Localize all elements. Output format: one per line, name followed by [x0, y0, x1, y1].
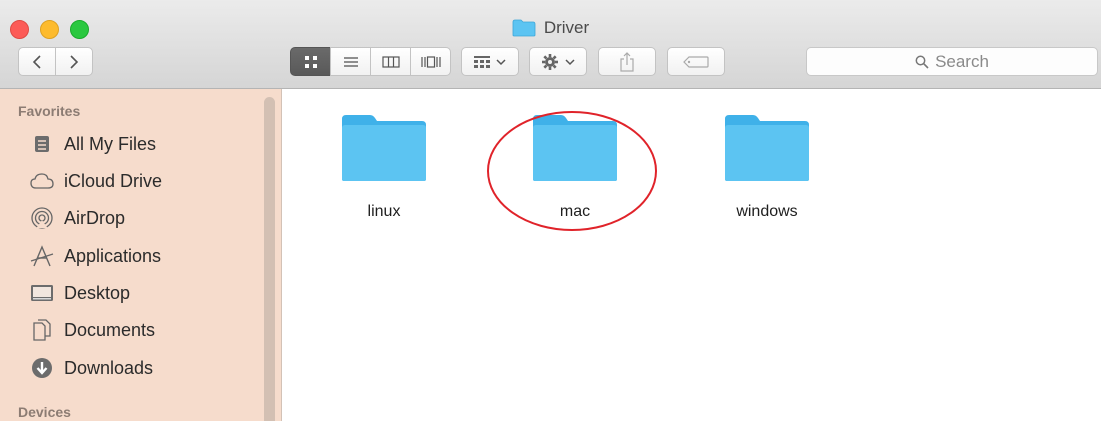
chevron-right-icon [70, 54, 79, 69]
sidebar-item-label: All My Files [64, 133, 157, 154]
tag-icon [683, 55, 709, 68]
folder-icon [533, 115, 617, 181]
sidebar-scrollbar[interactable] [264, 97, 275, 421]
search-placeholder: Search [935, 51, 989, 71]
sidebar-item-label: Downloads [64, 357, 154, 378]
sidebar-item-label: Documents [64, 319, 156, 340]
documents-icon [30, 318, 54, 342]
cover-flow-icon [420, 55, 441, 68]
downloads-icon [30, 356, 54, 380]
sidebar-item-desktop[interactable]: Desktop [30, 278, 260, 308]
back-button[interactable] [18, 47, 56, 76]
all-files-icon [30, 132, 54, 156]
sidebar-item-documents[interactable]: Documents [30, 315, 260, 345]
chevron-down-icon [496, 58, 506, 65]
finder-window: Driver Search Favorites All My Files iCl… [0, 0, 1101, 421]
folder-label: mac [559, 203, 591, 220]
action-button[interactable] [529, 47, 587, 76]
cover-flow-view-button[interactable] [410, 47, 451, 76]
gear-icon [542, 53, 558, 70]
cloud-icon [30, 169, 54, 193]
sidebar-item-icloud-drive[interactable]: iCloud Drive [30, 166, 260, 196]
forward-button[interactable] [55, 47, 93, 76]
zoom-window-button[interactable] [70, 20, 89, 39]
sidebar-item-downloads[interactable]: Downloads [30, 353, 260, 383]
devices-header: Devices [18, 404, 71, 420]
columns-icon [381, 55, 400, 68]
arrange-grid-icon [474, 55, 490, 68]
close-window-button[interactable] [10, 20, 29, 39]
file-browser: linux mac windows [282, 89, 1101, 421]
sidebar-item-label: Desktop [64, 282, 131, 303]
toolbar: Driver Search [0, 0, 1101, 89]
desktop-icon [30, 281, 54, 305]
airdrop-icon [30, 206, 54, 230]
folder-item-mac[interactable]: mac [515, 113, 635, 233]
folder-label: windows [736, 203, 798, 220]
grid-icon [304, 55, 317, 68]
window-title: Driver [543, 18, 590, 37]
sidebar-item-label: AirDrop [64, 207, 126, 228]
sidebar-item-label: iCloud Drive [64, 170, 163, 191]
search-icon [915, 55, 929, 69]
sidebar: Favorites All My Files iCloud Drive AirD… [0, 89, 282, 421]
folder-item-linux[interactable]: linux [324, 113, 444, 233]
navigation-buttons [18, 47, 94, 76]
folder-icon [342, 115, 426, 181]
window-title-bar: Driver [0, 16, 1101, 40]
list-view-button[interactable] [330, 47, 371, 76]
share-icon [620, 51, 634, 72]
favorites-header: Favorites [18, 103, 81, 119]
folder-label: linux [367, 203, 401, 220]
arrange-button[interactable] [461, 47, 519, 76]
sidebar-item-airdrop[interactable]: AirDrop [30, 203, 260, 233]
chevron-down-icon [565, 58, 575, 65]
list-icon [343, 56, 358, 67]
column-view-button[interactable] [370, 47, 411, 76]
minimize-window-button[interactable] [40, 20, 59, 39]
sidebar-item-label: Applications [64, 245, 162, 266]
folder-icon [725, 115, 809, 181]
icon-view-button[interactable] [290, 47, 331, 76]
folder-icon [512, 19, 536, 37]
chevron-left-icon [32, 54, 41, 69]
applications-icon [30, 244, 54, 268]
share-button[interactable] [598, 47, 656, 76]
folder-item-windows[interactable]: windows [707, 113, 827, 233]
view-mode-selector [290, 47, 452, 76]
sidebar-item-all-my-files[interactable]: All My Files [30, 129, 260, 159]
search-field[interactable]: Search [806, 47, 1098, 76]
tags-button[interactable] [667, 47, 725, 76]
sidebar-item-applications[interactable]: Applications [30, 241, 260, 271]
